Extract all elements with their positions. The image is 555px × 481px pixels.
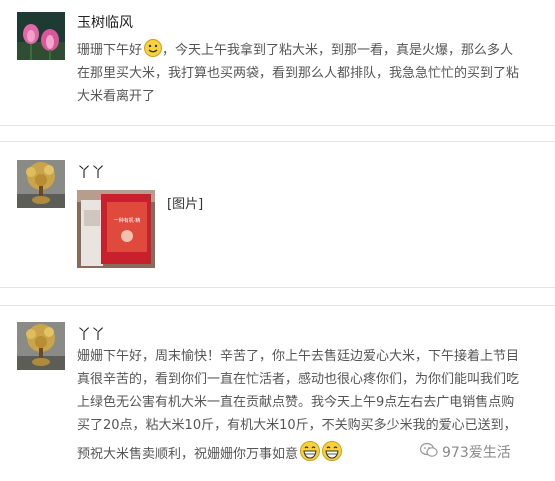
message-line: 买了20点，粘大米10斤，有机大米10斤，不关购买多少米我的爱心已送到， — [77, 418, 517, 433]
author-name[interactable]: 丫丫 — [77, 162, 105, 182]
image-placeholder-label: [图片] — [167, 197, 204, 212]
avatar-lotus[interactable] — [17, 12, 65, 60]
post-1: 玉树临风 珊珊下午好 ，今天上午我拿到了粘大米，到那一看，真是火爆，那么多人 在那… — [0, 0, 555, 125]
message-line: 在那里买大米，我打算也买两袋，看到那么人都排队，我急急忙忙的买到了粘 — [77, 66, 520, 81]
message-line: 预祝大米售卖顺利，祝姗姗你万事如意 — [77, 447, 299, 462]
message-line: 上绿色无公害有机大米一直在贡献点赞。我今天上午9点左右去广电销售点购 — [77, 395, 515, 410]
divider — [0, 287, 555, 288]
message-line: 珊珊下午好 — [77, 43, 143, 58]
watermark-text: 973爱生活 — [442, 445, 511, 461]
grin-emoji-icon — [300, 441, 321, 461]
message-line: 大米看离开了 — [77, 89, 156, 104]
avatar-money-tree[interactable] — [17, 160, 65, 208]
smile-emoji-icon — [144, 39, 163, 57]
divider — [0, 125, 555, 126]
avatar-money-tree[interactable] — [17, 322, 65, 370]
message-text: 珊珊下午好 ，今天上午我拿到了粘大米，到那一看，真是火爆，那么多人 在那里买大米，… — [77, 39, 549, 108]
message-line: 真很辛苦的，看到你们一直在忙活者，感动也很心疼你们，为你们能叫我们吃 — [77, 372, 520, 387]
watermark: 973爱生活 — [419, 442, 511, 462]
rice-package-photo[interactable]: 一种有机·精 — [77, 190, 155, 268]
author-name[interactable]: 丫丫 — [77, 324, 105, 344]
message-line: ，今天上午我拿到了粘大米，到那一看，真是火爆，那么多人 — [162, 43, 514, 58]
wechat-icon — [419, 442, 438, 462]
package-label: 一种有机·精 — [114, 217, 141, 224]
post-2: 丫丫 一种有机·精 [图片] — [0, 142, 555, 285]
author-name[interactable]: 玉树临风 — [77, 12, 133, 32]
grin-emoji-icon — [322, 441, 343, 461]
message-line: 姗姗下午好，周末愉快！辛苦了，你上午去售廷边爱心大米，下午接着上节目 — [77, 349, 520, 364]
